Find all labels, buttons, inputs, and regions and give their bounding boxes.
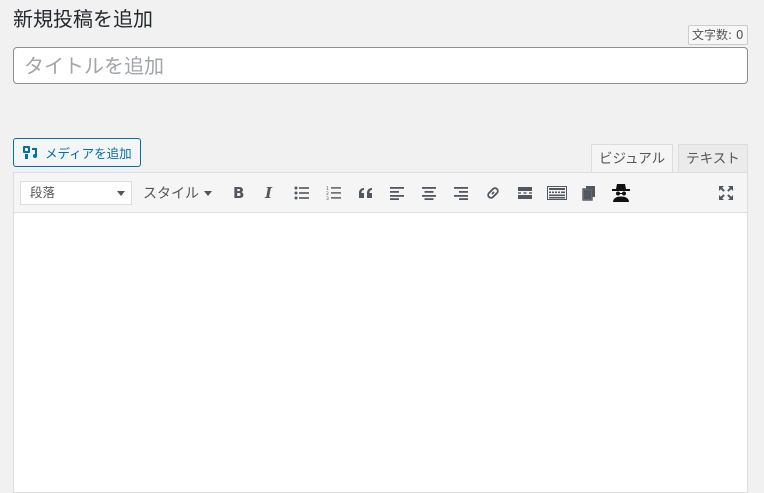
bold-icon: B [233, 185, 244, 201]
align-center-icon [422, 187, 436, 200]
svg-text:I: I [264, 185, 273, 201]
svg-text:3: 3 [326, 196, 329, 200]
keyboard-icon [547, 186, 567, 200]
align-center-button[interactable] [417, 181, 441, 205]
editor-tabs: ビジュアル テキスト [591, 144, 748, 173]
numbered-list-icon: 1 2 3 [326, 186, 341, 200]
copy-button[interactable] [577, 181, 601, 205]
spy-button[interactable] [609, 181, 633, 205]
word-count: 文字数: 0 [688, 25, 748, 45]
read-more-icon [518, 187, 532, 199]
quote-icon [359, 188, 372, 198]
format-select[interactable]: 段落 [20, 181, 132, 205]
style-menu-label: スタイル [143, 186, 199, 202]
page-title: 新規投稿を追加 [13, 7, 153, 31]
copy-icon [582, 186, 595, 201]
fullscreen-icon [719, 186, 733, 200]
align-right-icon [454, 187, 468, 200]
tab-text[interactable]: テキスト [678, 144, 748, 172]
tab-visual[interactable]: ビジュアル [591, 144, 674, 173]
editor-toolbar: 段落 スタイル B I 1 2 3 [13, 172, 748, 213]
add-media-label: メディアを追加 [45, 146, 132, 161]
media-icon [22, 145, 39, 160]
align-left-button[interactable] [385, 181, 409, 205]
editor-content-area[interactable] [13, 213, 748, 493]
italic-button[interactable]: I [257, 181, 281, 205]
blockquote-button[interactable] [354, 181, 378, 205]
align-left-icon [390, 187, 404, 200]
style-menu[interactable]: スタイル [143, 183, 212, 203]
bold-button[interactable]: B [226, 181, 250, 205]
add-media-button[interactable]: メディアを追加 [13, 138, 141, 167]
post-title-input[interactable] [13, 47, 748, 84]
read-more-button[interactable] [513, 181, 537, 205]
fullscreen-button[interactable] [714, 181, 738, 205]
chevron-down-icon [117, 191, 125, 196]
bulleted-list-button[interactable] [290, 181, 314, 205]
svg-text:B: B [233, 185, 244, 201]
numbered-list-button[interactable]: 1 2 3 [322, 181, 346, 205]
chevron-down-icon [204, 190, 212, 196]
link-icon [487, 187, 499, 199]
bulleted-list-icon [294, 186, 309, 200]
format-select-value: 段落 [30, 185, 56, 200]
italic-icon: I [264, 185, 273, 201]
align-right-button[interactable] [449, 181, 473, 205]
spy-icon [612, 184, 630, 202]
toolbar-toggle-button[interactable] [545, 181, 569, 205]
insert-link-button[interactable] [481, 181, 505, 205]
